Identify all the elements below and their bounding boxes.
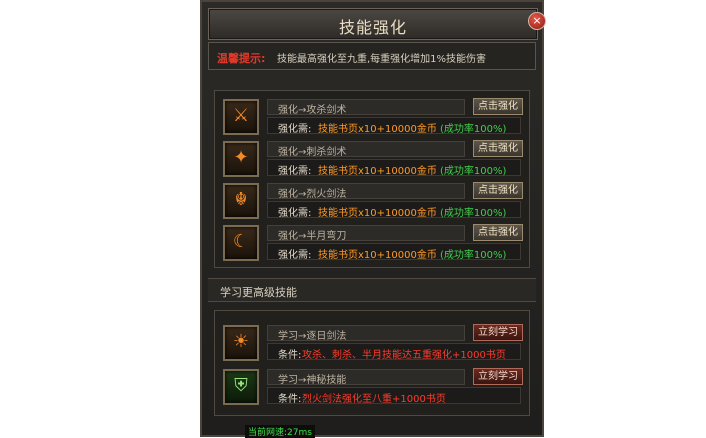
skill-name-bar: 强化→烈火剑法 xyxy=(267,183,465,200)
enhance-section: ⚔ 强化→攻杀剑术 点击强化 强化需: 技能书页x10+10000金币 (成功率… xyxy=(214,90,530,268)
sun-slash-icon: ☀ xyxy=(223,325,259,361)
learn-section-heading: 学习更高级技能 xyxy=(208,278,536,302)
success-rate: (成功率100%) xyxy=(440,250,507,261)
tip-label: 温馨提示: xyxy=(217,52,266,65)
skill-name: 强化→半月弯刀 xyxy=(278,231,347,242)
learn-row: ☀ 学习→逐日剑法 立刻学习 条件: 攻杀、刺杀、半月技能达五重强化+1000书… xyxy=(223,323,523,363)
requirement-text: 烈火剑法强化至八重+1000书页 xyxy=(302,394,446,405)
learn-section: ☀ 学习→逐日剑法 立刻学习 条件: 攻杀、刺杀、半月技能达五重强化+1000书… xyxy=(214,310,530,416)
learn-button[interactable]: 立刻学习 xyxy=(473,368,523,385)
cost-text: 技能书页x10+10000金币 xyxy=(318,124,437,135)
skill-name: 强化→烈火剑法 xyxy=(278,189,347,200)
learn-button[interactable]: 立刻学习 xyxy=(473,324,523,341)
window-title: 技能强化 xyxy=(338,18,407,37)
enhance-row: ✦ 强化→刺杀剑术 点击强化 强化需: 技能书页x10+10000金币 (成功率… xyxy=(223,139,523,179)
enhance-row: ☬ 强化→烈火剑法 点击强化 强化需: 技能书页x10+10000金币 (成功率… xyxy=(223,181,523,221)
success-rate: (成功率100%) xyxy=(440,208,507,219)
learn-heading-text: 学习更高级技能 xyxy=(220,286,297,299)
requirement-label: 强化需: xyxy=(278,124,312,135)
requirement-bar: 强化需: 技能书页x10+10000金币 (成功率100%) xyxy=(267,201,521,219)
requirement-label: 条件: xyxy=(278,350,302,361)
requirement-label: 强化需: xyxy=(278,208,312,219)
requirement-text: 攻杀、刺杀、半月技能达五重强化+1000书页 xyxy=(302,350,506,361)
requirement-bar: 条件: 烈火剑法强化至八重+1000书页 xyxy=(267,387,521,405)
network-speed: 当前网速:27ms xyxy=(245,425,315,438)
title-bar: 技能强化 xyxy=(208,8,538,40)
skill-name-bar: 学习→神秘技能 xyxy=(267,369,465,386)
requirement-label: 强化需: xyxy=(278,166,312,177)
requirement-label: 强化需: xyxy=(278,250,312,261)
skill-name-bar: 强化→刺杀剑术 xyxy=(267,141,465,158)
enhance-row: ☾ 强化→半月弯刀 点击强化 强化需: 技能书页x10+10000金币 (成功率… xyxy=(223,223,523,263)
enhance-button[interactable]: 点击强化 xyxy=(473,182,523,199)
requirement-label: 条件: xyxy=(278,394,302,405)
learn-row: ⛨ 学习→神秘技能 立刻学习 条件: 烈火剑法强化至八重+1000书页 xyxy=(223,367,523,407)
skill-name: 强化→攻杀剑术 xyxy=(278,105,347,116)
success-rate: (成功率100%) xyxy=(440,166,507,177)
requirement-bar: 条件: 攻杀、刺杀、半月技能达五重强化+1000书页 xyxy=(267,343,521,361)
cost-text: 技能书页x10+10000金币 xyxy=(318,208,437,219)
skill-name-bar: 学习→逐日剑法 xyxy=(267,325,465,342)
skill-name-bar: 强化→攻杀剑术 xyxy=(267,99,465,116)
crescent-blade-icon: ☾ xyxy=(223,225,259,261)
tip-bar: 温馨提示: 技能最高强化至九重,每重强化增加1%技能伤害 xyxy=(208,42,536,70)
tip-text: 技能最高强化至九重,每重强化增加1%技能伤害 xyxy=(277,54,487,65)
enhance-button[interactable]: 点击强化 xyxy=(473,224,523,241)
close-icon[interactable]: × xyxy=(528,12,546,30)
fire-dragon-icon: ☬ xyxy=(223,183,259,219)
blade-thrust-icon: ✦ xyxy=(223,141,259,177)
requirement-bar: 强化需: 技能书页x10+10000金币 (成功率100%) xyxy=(267,117,521,135)
skill-name-bar: 强化→半月弯刀 xyxy=(267,225,465,242)
mystery-shield-icon: ⛨ xyxy=(223,369,259,405)
skill-enhance-panel: 技能强化 × 温馨提示: 技能最高强化至九重,每重强化增加1%技能伤害 ⚔ 强化… xyxy=(200,0,546,437)
sword-strike-icon: ⚔ xyxy=(223,99,259,135)
skill-name: 学习→神秘技能 xyxy=(278,375,347,386)
requirement-bar: 强化需: 技能书页x10+10000金币 (成功率100%) xyxy=(267,159,521,177)
cost-text: 技能书页x10+10000金币 xyxy=(318,250,437,261)
requirement-bar: 强化需: 技能书页x10+10000金币 (成功率100%) xyxy=(267,243,521,261)
success-rate: (成功率100%) xyxy=(440,124,507,135)
enhance-button[interactable]: 点击强化 xyxy=(473,98,523,115)
cost-text: 技能书页x10+10000金币 xyxy=(318,166,437,177)
skill-name: 学习→逐日剑法 xyxy=(278,331,347,342)
skill-name: 强化→刺杀剑术 xyxy=(278,147,347,158)
enhance-button[interactable]: 点击强化 xyxy=(473,140,523,157)
enhance-row: ⚔ 强化→攻杀剑术 点击强化 强化需: 技能书页x10+10000金币 (成功率… xyxy=(223,97,523,137)
